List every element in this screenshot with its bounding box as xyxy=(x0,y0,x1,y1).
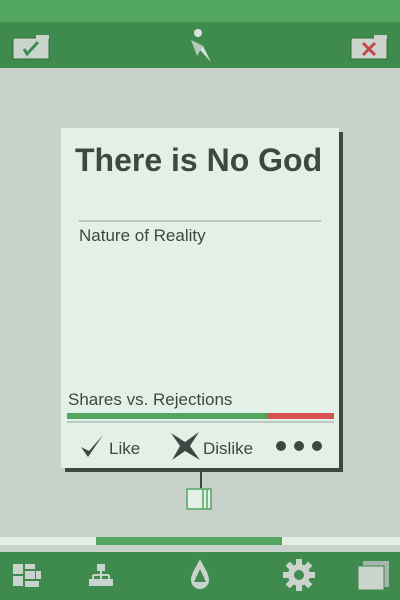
grid-button[interactable] xyxy=(10,558,44,592)
home-button[interactable] xyxy=(183,558,217,592)
settings-button[interactable] xyxy=(282,558,316,592)
status-bar xyxy=(0,0,400,22)
home-drop-icon xyxy=(191,559,209,589)
bottom-navigation xyxy=(0,552,400,600)
more-dots-icon xyxy=(276,441,322,451)
metric-label: Shares vs. Rejections xyxy=(68,390,233,409)
dislike-button[interactable]: Dislike xyxy=(169,428,253,464)
cross-icon xyxy=(171,432,200,460)
layers-button[interactable] xyxy=(356,558,390,592)
scroll-track[interactable] xyxy=(0,537,400,545)
layers-icon xyxy=(357,561,389,591)
like-button[interactable]: Like xyxy=(79,428,140,464)
checkmark-icon xyxy=(81,435,103,457)
dislike-label: Dislike xyxy=(203,439,254,458)
node-box-icon[interactable] xyxy=(186,488,212,510)
hierarchy-button[interactable] xyxy=(84,558,118,592)
card-title: There is No God xyxy=(75,142,323,178)
reject-box-icon xyxy=(350,35,388,60)
title-divider xyxy=(79,220,321,222)
grid-icon xyxy=(13,564,41,587)
more-options-button[interactable] xyxy=(275,428,325,464)
accept-box-icon xyxy=(12,35,50,60)
shares-rejections-bar xyxy=(67,413,334,419)
gear-icon xyxy=(283,559,315,591)
accept-button[interactable] xyxy=(12,34,50,60)
metric-divider xyxy=(67,421,334,423)
scroll-thumb[interactable] xyxy=(96,537,282,545)
tree-icon xyxy=(89,564,113,586)
like-label: Like xyxy=(109,439,141,458)
card-connector xyxy=(200,472,202,488)
compass-logo-icon xyxy=(185,26,217,64)
reject-button[interactable] xyxy=(350,34,388,60)
shares-fill xyxy=(67,413,268,419)
card-subtitle: Nature of Reality xyxy=(79,226,206,245)
top-toolbar xyxy=(0,22,400,68)
idea-card[interactable]: There is No God Nature of Reality Shares… xyxy=(61,128,339,468)
